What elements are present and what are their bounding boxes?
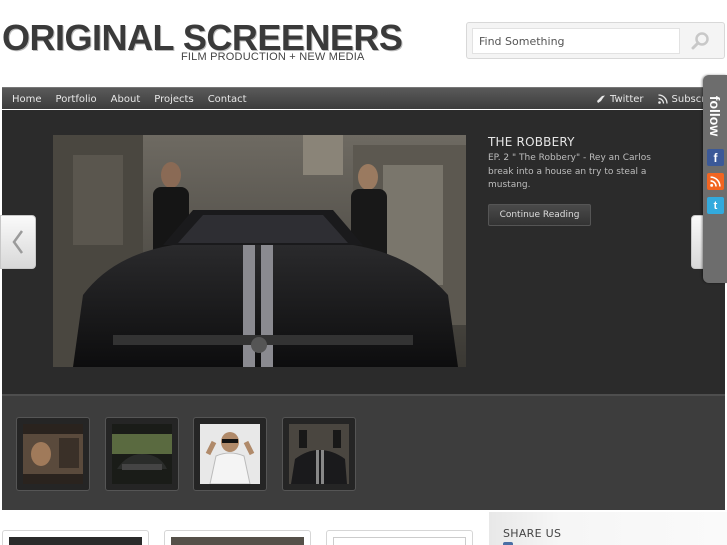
search-input[interactable] xyxy=(472,28,680,54)
thumbnail-strip xyxy=(2,394,725,510)
rss-icon[interactable] xyxy=(707,173,724,190)
main-navbar: Home Portfolio About Projects Contact Tw… xyxy=(2,87,725,109)
post-card-1[interactable] xyxy=(2,530,149,545)
search-button[interactable] xyxy=(682,27,720,55)
nav-item-projects[interactable]: Projects xyxy=(154,94,193,105)
content-area: SHARE US xyxy=(0,512,727,545)
site-logo-subtitle: FILM PRODUCTION + NEW MEDIA xyxy=(181,51,365,63)
thumbnail-image xyxy=(200,424,260,484)
thumbnail-2[interactable] xyxy=(105,417,179,491)
follow-tab[interactable]: follow f t xyxy=(703,75,727,283)
twitter-icon[interactable]: t xyxy=(707,197,724,214)
thumbnail-image xyxy=(289,424,349,484)
share-us-heading: SHARE US xyxy=(503,527,562,540)
thumbnail-1[interactable] xyxy=(16,417,90,491)
featured-image[interactable] xyxy=(53,135,466,367)
follow-label: follow xyxy=(707,95,723,137)
twitter-bird-icon xyxy=(597,95,605,103)
featured-slider: THE ROBBERY EP. 2 " The Robbery" - Rey a… xyxy=(2,110,725,394)
post-card-2[interactable] xyxy=(164,530,311,545)
main-menu: Home Portfolio About Projects Contact xyxy=(12,88,261,110)
thumbnail-4[interactable] xyxy=(282,417,356,491)
featured-description: EP. 2 " The Robbery" - Rey an Carlos bre… xyxy=(488,153,651,190)
nav-item-home[interactable]: Home xyxy=(12,94,42,105)
nav-twitter-link[interactable]: Twitter xyxy=(596,94,644,105)
nav-twitter-label: Twitter xyxy=(610,93,644,105)
post-thumbnail xyxy=(9,537,142,545)
chevron-left-icon xyxy=(12,230,24,254)
post-thumbnail xyxy=(171,537,304,545)
nav-item-about[interactable]: About xyxy=(111,94,141,105)
thumbnail-3[interactable] xyxy=(193,417,267,491)
featured-title[interactable]: THE ROBBERY xyxy=(488,135,575,149)
search-box xyxy=(466,22,725,59)
continue-reading-button[interactable]: Continue Reading xyxy=(488,204,591,226)
thumbnail-image xyxy=(112,424,172,484)
nav-item-portfolio[interactable]: Portfolio xyxy=(56,94,97,105)
facebook-icon[interactable]: f xyxy=(707,149,724,166)
page: ORIGINAL SCREENERS FILM PRODUCTION + NEW… xyxy=(0,0,727,545)
rss-icon xyxy=(657,94,668,104)
thumbnail-image xyxy=(23,424,83,484)
nav-item-contact[interactable]: Contact xyxy=(208,94,247,105)
slider-prev-button[interactable] xyxy=(0,215,36,269)
post-thumbnail xyxy=(333,537,466,545)
post-card-3[interactable] xyxy=(326,530,473,545)
search-icon xyxy=(691,32,709,50)
